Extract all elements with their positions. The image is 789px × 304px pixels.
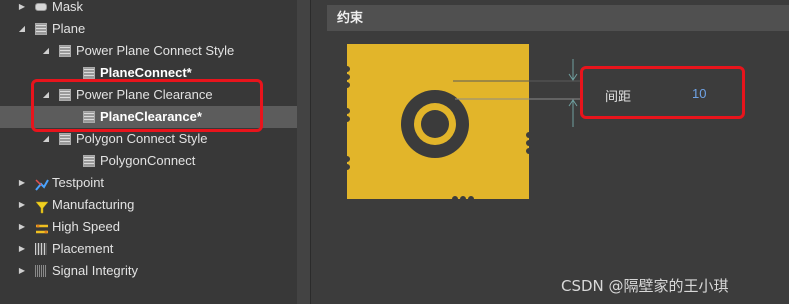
collapse-arrow-icon[interactable]: ◢ <box>17 18 27 40</box>
expand-arrow-icon[interactable]: ▶ <box>17 194 27 216</box>
watermark-text: CSDN @隔壁家的王小琪 <box>561 277 729 295</box>
tree-item-label: Placement <box>52 241 114 256</box>
tree-item-label: PolygonConnect <box>100 153 196 168</box>
rule-grid-icon <box>83 67 95 79</box>
expand-arrow-icon[interactable]: ▶ <box>17 238 27 260</box>
high-speed-icon <box>35 221 48 234</box>
tree-item-label: High Speed <box>52 219 120 234</box>
tree-item-high-speed[interactable]: ▶ High Speed <box>0 216 297 238</box>
rule-grid-icon <box>83 155 95 167</box>
collapse-arrow-icon[interactable]: ◢ <box>41 40 51 62</box>
tree-item-label: Testpoint <box>52 175 105 190</box>
rule-grid-icon <box>35 23 47 35</box>
via-hole <box>421 110 449 138</box>
constraints-section-header: 约束 <box>327 5 789 31</box>
expand-arrow-icon[interactable]: ▶ <box>17 0 27 18</box>
expand-arrow-icon[interactable]: ▶ <box>17 260 27 282</box>
tree-item-signal-integrity[interactable]: ▶ Signal Integrity <box>0 260 297 282</box>
tree-item-mask[interactable]: ▶ Mask <box>0 0 297 18</box>
tree-item-label: Power Plane Connect Style <box>76 43 235 58</box>
tree-item-testpoint[interactable]: ▶ Testpoint <box>0 172 297 194</box>
tree-item-label: Manufacturing <box>52 197 135 212</box>
tree-item-label: Mask <box>52 0 84 14</box>
placement-icon <box>35 243 47 255</box>
testpoint-icon <box>35 177 49 191</box>
signal-integrity-icon <box>35 265 47 277</box>
plane-clearance-diagram <box>345 44 581 201</box>
tree-item-label: Signal Integrity <box>52 263 138 278</box>
tree-item-manufacturing[interactable]: ▶ Manufacturing <box>0 194 297 216</box>
tree-item-label: Plane <box>52 21 86 36</box>
rule-grid-icon <box>59 133 71 145</box>
tree-item-plane[interactable]: ◢ Plane <box>0 18 297 40</box>
tree-item-polygonconnect[interactable]: PolygonConnect <box>0 150 297 172</box>
expand-arrow-icon[interactable]: ▶ <box>17 172 27 194</box>
rule-grid-icon <box>59 45 71 57</box>
mask-icon <box>35 3 47 11</box>
tree-item-power-plane-connect-style[interactable]: ◢ Power Plane Connect Style <box>0 40 297 62</box>
manufacturing-icon <box>35 199 49 214</box>
tree-item-placement[interactable]: ▶ Placement <box>0 238 297 260</box>
panel-splitter[interactable] <box>297 0 311 304</box>
clearance-field-label: 间距 <box>605 89 632 104</box>
clearance-value-field[interactable]: 10 <box>692 86 706 101</box>
annotation-highlight-box <box>31 79 263 132</box>
expand-arrow-icon[interactable]: ▶ <box>17 216 27 238</box>
design-rules-tree: ▶ Mask ◢ Plane ◢ Power Plane Connect Sty… <box>0 0 298 304</box>
